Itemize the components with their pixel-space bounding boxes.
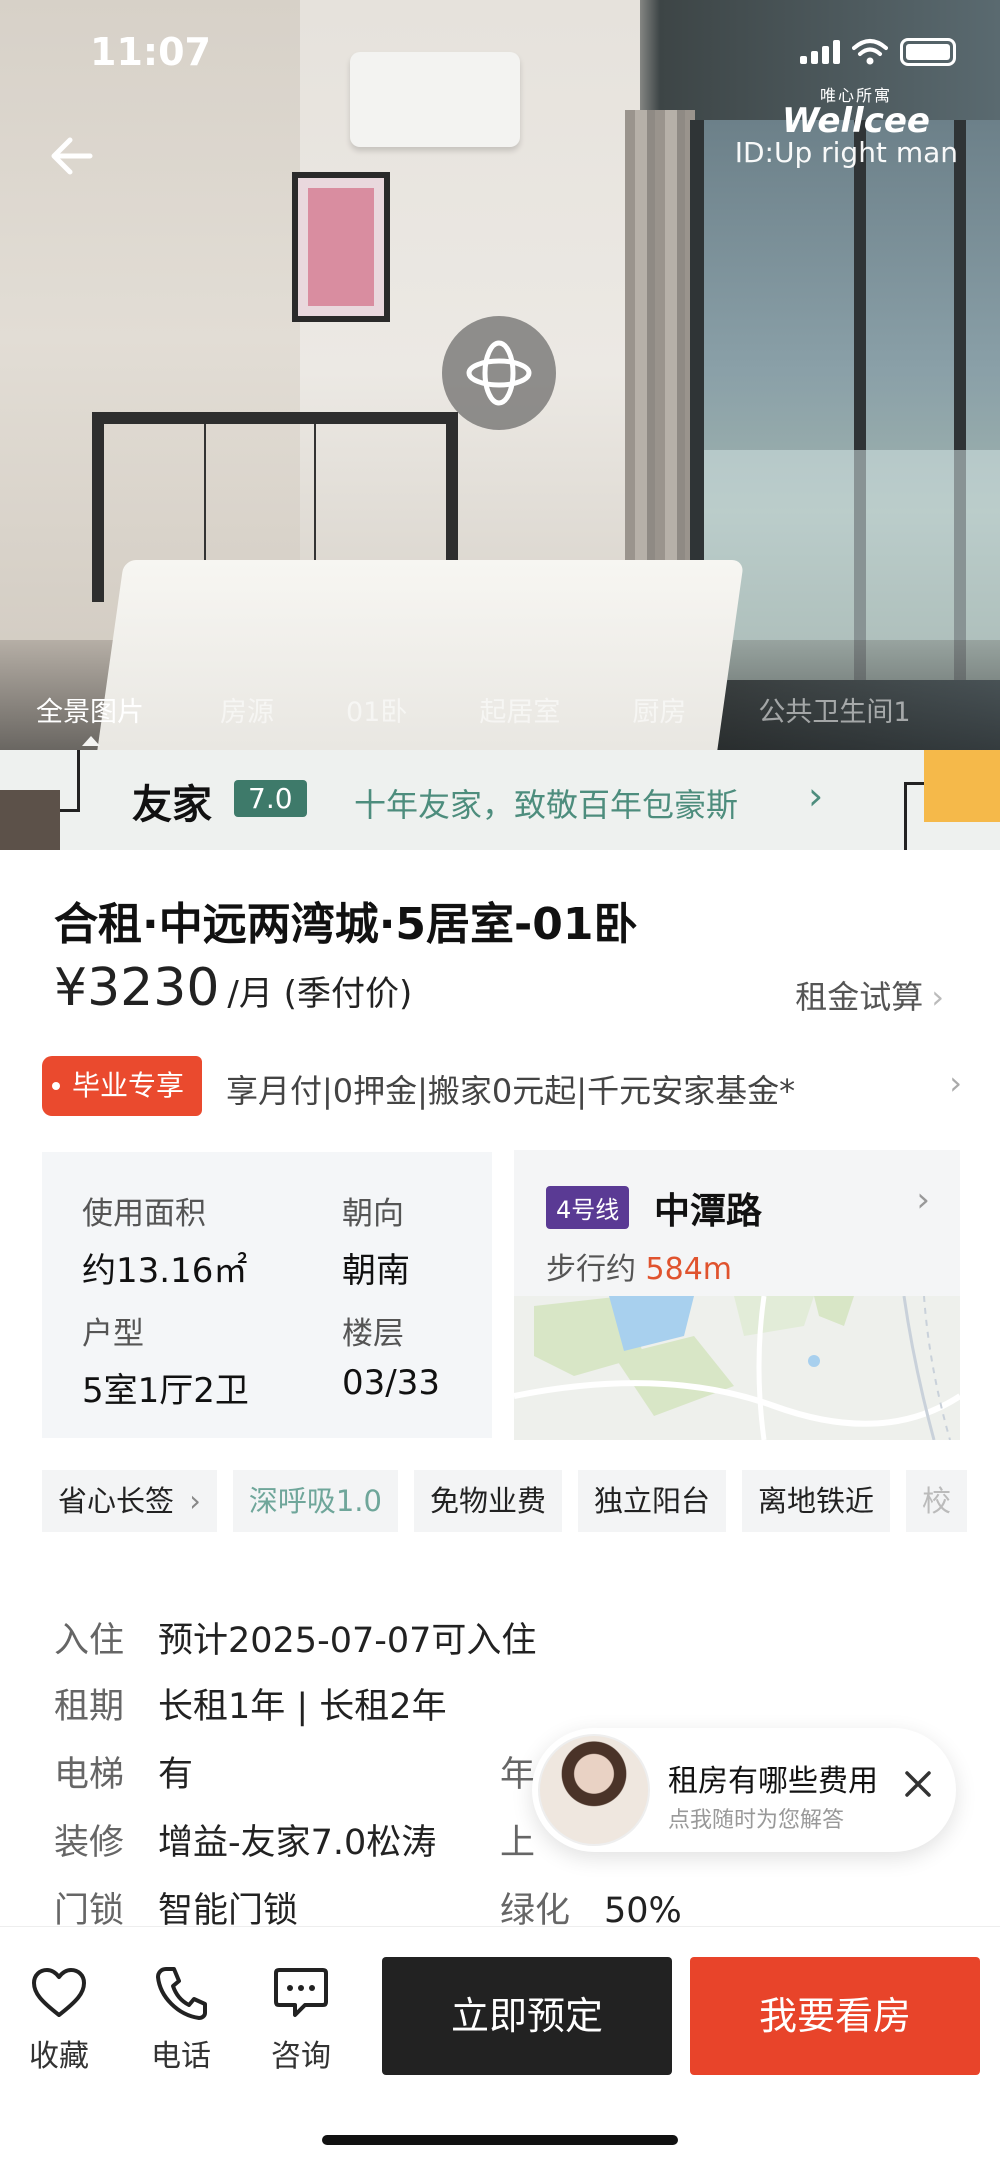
spec-card: 使用面积 约13.16㎡ 朝向 朝南 户型 5室1厅2卫 楼层 03/33 bbox=[42, 1152, 492, 1438]
status-icons bbox=[800, 38, 956, 66]
phone-button[interactable]: 电话 bbox=[136, 1963, 226, 2075]
metro-station-name: 中潭路 bbox=[654, 1191, 763, 1232]
listing-title: 合租·中远两湾城·5居室-01卧 bbox=[54, 899, 638, 950]
bottom-action-bar: 收藏 电话 咨询 立即预定 我要看房 bbox=[0, 1926, 1000, 2164]
home-indicator bbox=[322, 2135, 678, 2145]
panorama-vr-icon[interactable] bbox=[442, 316, 556, 430]
brand-logo-text: Wellcee bbox=[782, 101, 930, 141]
chevron-right-icon: › bbox=[949, 1064, 962, 1102]
consult-subtitle: 点我随时为您解答 bbox=[668, 1808, 845, 1833]
room-photo[interactable]: 11:07 唯心所寓 Wellcee ID:Up right man 全景图片 … bbox=[0, 0, 1000, 752]
banner-decoration-line-left bbox=[60, 750, 80, 812]
chat-button[interactable]: 咨询 bbox=[256, 1963, 346, 2075]
walk-prefix: 步行约 bbox=[546, 1252, 636, 1287]
wellcee-watermark-logo: 唯心所寓 Wellcee bbox=[782, 82, 930, 141]
spec-area: 使用面积 约13.16㎡ bbox=[82, 1188, 247, 1292]
tab-living-room[interactable]: 起居室 bbox=[407, 690, 560, 740]
metro-line-badge: 4号线 bbox=[546, 1186, 630, 1229]
heart-icon bbox=[32, 1968, 86, 2017]
chevron-right-icon: › bbox=[931, 978, 944, 1016]
banner-version-badge: 7.0 bbox=[234, 780, 307, 817]
schedule-viewing-button[interactable]: 我要看房 bbox=[690, 1957, 980, 2075]
metro-walk-distance: 步行约 584m bbox=[546, 1244, 732, 1288]
consult-title: 租房有哪些费用 bbox=[668, 1764, 878, 1799]
tag-long-lease[interactable]: 省心长签 › bbox=[42, 1470, 217, 1532]
book-now-button[interactable]: 立即预定 bbox=[382, 1957, 672, 2075]
signal-icon bbox=[800, 40, 840, 64]
tab-bathroom-1[interactable]: 公共卫生间1 bbox=[686, 690, 910, 740]
banner-brand-name: 友家 bbox=[132, 782, 212, 828]
close-icon[interactable] bbox=[902, 1768, 934, 1800]
rent-calculator-label: 租金试算 bbox=[795, 978, 924, 1016]
battery-icon bbox=[900, 38, 956, 66]
tag-truncated: 校 bbox=[906, 1470, 968, 1532]
detail-decoration: 装修 增益-友家7.0松涛 bbox=[54, 1823, 437, 1863]
phone-icon bbox=[156, 1967, 207, 2020]
chevron-right-icon: › bbox=[189, 1484, 201, 1518]
detail-elevator: 电梯有 bbox=[54, 1755, 194, 1795]
location-map[interactable] bbox=[514, 1296, 960, 1440]
spec-floor-value: 03/33 bbox=[342, 1363, 440, 1403]
walk-distance-value: 584m bbox=[645, 1252, 733, 1287]
tag-private-balcony: 独立阳台 bbox=[577, 1470, 726, 1532]
chevron-right-icon: › bbox=[916, 1180, 930, 1220]
promo-badge: 毕业专享 bbox=[42, 1056, 203, 1116]
spec-layout-value: 5室1厅2卫 bbox=[82, 1371, 249, 1411]
chevron-right-icon: › bbox=[808, 774, 824, 818]
detail-checkin: 入住 预计2025-07-07可入住 bbox=[54, 1621, 537, 1661]
tab-listing[interactable]: 房源 bbox=[144, 690, 274, 740]
photo-curtain bbox=[625, 110, 695, 610]
favorite-button[interactable]: 收藏 bbox=[14, 1963, 104, 2075]
feature-tags: 省心长签 › 深呼吸1.0 免物业费 独立阳台 离地铁近 校 bbox=[42, 1470, 968, 1532]
banner-decoration-line-right bbox=[904, 782, 924, 850]
spec-layout: 户型 5室1厅2卫 bbox=[82, 1308, 249, 1412]
spec-orientation-value: 朝南 bbox=[342, 1251, 410, 1291]
promo-dot-icon bbox=[52, 1082, 60, 1090]
spec-area-label: 使用面积 bbox=[82, 1196, 206, 1232]
rent-calculator-link[interactable]: 租金试算 › bbox=[795, 972, 944, 1018]
tag-deep-breath: 深呼吸1.0 bbox=[232, 1470, 398, 1532]
tag-near-metro: 离地铁近 bbox=[742, 1470, 891, 1532]
spec-floor-label: 楼层 bbox=[342, 1316, 404, 1352]
detail-lease-term: 租期 长租1年 | 长租2年 bbox=[54, 1687, 447, 1727]
price-block: ¥3230/月 (季付价) bbox=[54, 958, 412, 1018]
banner-decoration-left bbox=[0, 790, 60, 850]
promo-row[interactable]: 毕业专享 享月付|0押金|搬家0元起|千元安家基金* › bbox=[42, 1056, 962, 1116]
banner-decoration-right bbox=[924, 750, 1000, 822]
phone-label: 电话 bbox=[151, 2039, 211, 2074]
watermark-id: ID:Up right man bbox=[734, 136, 958, 169]
photo-category-tabs: 全景图片 房源 01卧 起居室 厨房 公共卫生间1 bbox=[0, 690, 1000, 746]
tag-long-lease-label: 省心长签 bbox=[58, 1484, 175, 1518]
photo-poster bbox=[292, 172, 390, 322]
price-amount: ¥3230 bbox=[54, 958, 220, 1018]
brand-banner[interactable]: 友家 7.0 十年友家，致敬百年包豪斯 › bbox=[0, 750, 1000, 850]
wifi-icon bbox=[852, 39, 888, 65]
price-unit: /月 (季付价) bbox=[227, 974, 413, 1014]
promo-badge-label: 毕业专享 bbox=[72, 1069, 185, 1102]
consult-popup[interactable]: 租房有哪些费用 点我随时为您解答 bbox=[532, 1728, 956, 1852]
back-arrow-icon[interactable] bbox=[44, 128, 100, 184]
spec-layout-label: 户型 bbox=[82, 1316, 144, 1352]
spec-area-value: 约13.16㎡ bbox=[82, 1251, 248, 1291]
globe-orbit-icon bbox=[466, 340, 532, 406]
metro-card[interactable]: 4号线 中潭路 › 步行约 584m bbox=[514, 1150, 960, 1440]
status-time: 11:07 bbox=[90, 30, 211, 74]
favorite-label: 收藏 bbox=[29, 2039, 89, 2074]
tab-bedroom-01[interactable]: 01卧 bbox=[274, 690, 407, 740]
spec-orientation-label: 朝向 bbox=[342, 1196, 404, 1232]
promo-text: 享月付|0押金|搬家0元起|千元安家基金* bbox=[226, 1072, 796, 1110]
banner-slogan: 十年友家，致敬百年包豪斯 bbox=[354, 786, 739, 824]
chat-bubble-icon bbox=[274, 1968, 328, 2017]
tab-panorama[interactable]: 全景图片 bbox=[0, 690, 144, 746]
spec-orientation: 朝向 朝南 bbox=[342, 1188, 410, 1292]
spec-floor: 楼层 03/33 bbox=[342, 1308, 440, 1403]
tab-kitchen[interactable]: 厨房 bbox=[560, 690, 686, 740]
agent-avatar bbox=[538, 1734, 650, 1846]
chat-label: 咨询 bbox=[271, 2039, 331, 2074]
tag-no-property-fee: 免物业费 bbox=[413, 1470, 562, 1532]
